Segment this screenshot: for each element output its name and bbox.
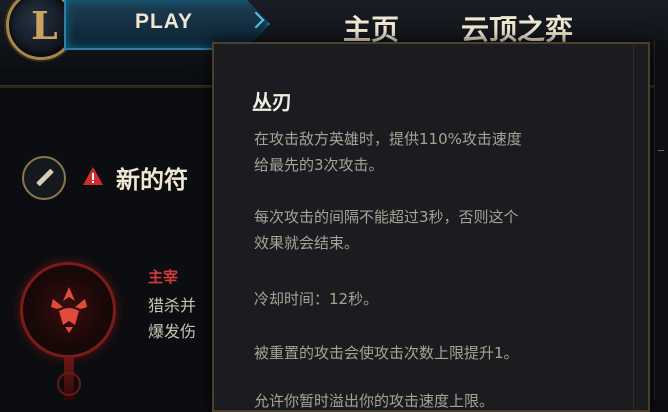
rune-tooltip: 丛刃 在攻击敌方英雄时，提供110%攻击速度 给最先的3次攻击。 每次攻击的间隔… <box>212 42 650 412</box>
tooltip-line: 给最先的3次攻击。 <box>254 156 384 174</box>
right-panel-edge <box>654 40 668 400</box>
warning-icon <box>83 167 103 185</box>
right-panel-marker <box>658 150 664 151</box>
tooltip-line: 在攻击敌方英雄时，提供110%攻击速度 <box>254 130 522 148</box>
edit-rune-page-button[interactable] <box>22 156 66 200</box>
rune-description-line: 猎杀并 <box>148 296 197 315</box>
tooltip-line: 每次攻击的间隔不能超过3秒，否则这个 <box>254 208 519 226</box>
tooltip-inner-edge <box>633 44 634 410</box>
rune-description-line: 爆发伤 <box>148 322 197 341</box>
rune-tree-node <box>57 372 81 396</box>
play-button-label: PLAY <box>134 10 194 33</box>
pencil-icon <box>36 168 54 187</box>
domination-rune-icon[interactable] <box>20 262 116 358</box>
tooltip-line: 效果就会结束。 <box>254 234 360 252</box>
tooltip-line: 冷却时间：12秒。 <box>254 290 379 308</box>
tooltip-line: 被重置的攻击会使攻击次数上限提升1。 <box>254 344 519 362</box>
tooltip-line: 允许你暂时溢出你的攻击速度上限。 <box>254 392 495 410</box>
tooltip-title: 丛刃 <box>252 90 292 114</box>
primary-path-name: 主宰 <box>148 268 179 286</box>
domination-glyph-icon <box>51 287 87 333</box>
rune-page-heading: 新的符 <box>116 166 188 194</box>
